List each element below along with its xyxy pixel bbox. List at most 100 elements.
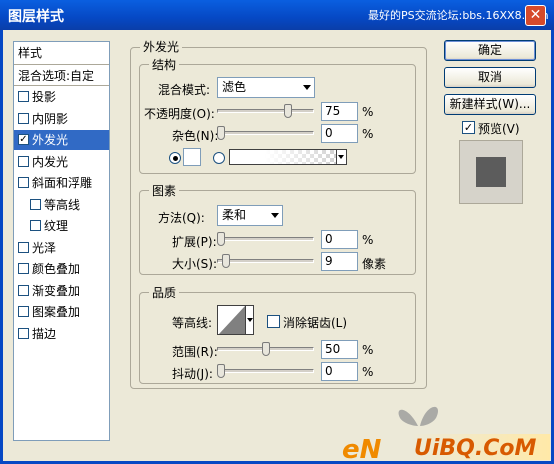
opacity-slider-track[interactable] xyxy=(217,109,314,113)
gradient-dropdown[interactable] xyxy=(336,150,346,164)
preview-label: 预览(V) xyxy=(478,122,520,136)
range-input[interactable]: 50 xyxy=(321,340,358,359)
contour-dropdown[interactable] xyxy=(245,306,253,334)
title-bar: 图层样式 最好的PS交流论坛:bbs.16XX8.com ✕ xyxy=(0,0,554,30)
structure-title: 结构 xyxy=(149,56,180,73)
effect-checkbox[interactable] xyxy=(18,155,29,167)
gradient-picker[interactable] xyxy=(229,149,347,165)
effect-label: 光泽 xyxy=(32,240,57,255)
opacity-input[interactable]: 75 xyxy=(321,102,358,121)
blend-mode-select[interactable]: 滤色 xyxy=(217,77,315,98)
chevron-down-icon xyxy=(338,155,344,159)
effect-checkbox[interactable] xyxy=(18,241,29,253)
chevron-down-icon xyxy=(247,318,253,322)
svg-text:eN: eN xyxy=(342,435,382,462)
effect-label: 描边 xyxy=(32,326,57,341)
butterfly-logo xyxy=(390,396,450,430)
range-unit: % xyxy=(362,343,374,357)
style-list-item[interactable]: 斜面和浮雕 xyxy=(14,173,109,193)
contour-label: 等高线: xyxy=(172,316,213,330)
effect-label: 等高线 xyxy=(44,197,81,212)
noise-slider-thumb[interactable] xyxy=(217,126,225,140)
style-list-item[interactable]: 纹理 xyxy=(14,216,109,236)
size-slider-track[interactable] xyxy=(217,259,314,263)
blend-options-item[interactable]: 混合选项:自定 xyxy=(14,66,109,86)
chevron-down-icon xyxy=(271,213,279,218)
technique-select[interactable]: 柔和 xyxy=(217,205,283,226)
effect-label: 颜色叠加 xyxy=(32,262,81,276)
noise-label: 杂色(N): xyxy=(172,129,219,143)
solid-color-radio[interactable] xyxy=(169,152,181,164)
style-list-item[interactable]: 颜色叠加 xyxy=(14,259,109,279)
jitter-label: 抖动(J): xyxy=(172,367,213,381)
effect-checkbox[interactable] xyxy=(18,112,29,124)
preview-checkbox[interactable]: ✓ xyxy=(462,121,475,134)
opacity-unit: % xyxy=(362,105,374,119)
effect-checkbox[interactable] xyxy=(18,306,29,317)
new-style-button[interactable]: 新建样式(W)... xyxy=(444,94,536,115)
glow-color-swatch[interactable] xyxy=(183,148,201,166)
jitter-slider-thumb[interactable] xyxy=(217,364,225,378)
style-list-item[interactable]: 光泽 xyxy=(14,238,109,258)
effect-label: 斜面和浮雕 xyxy=(32,176,93,190)
chevron-down-icon xyxy=(303,85,311,90)
ok-button[interactable]: 确定 xyxy=(444,40,536,61)
window-title: 图层样式 xyxy=(8,9,64,25)
contour-picker[interactable] xyxy=(217,305,254,335)
spread-slider-track[interactable] xyxy=(217,237,314,241)
noise-unit: % xyxy=(362,127,374,141)
effect-label: 内发光 xyxy=(32,154,69,169)
antialias-label: 消除锯齿(L) xyxy=(283,316,348,330)
spread-input[interactable]: 0 xyxy=(321,230,358,249)
range-label: 范围(R): xyxy=(172,345,218,359)
size-slider-thumb[interactable] xyxy=(222,254,231,268)
enet-logo: eN xyxy=(342,435,382,462)
style-list-item[interactable]: ✓ 外发光 xyxy=(14,130,109,150)
style-list-item[interactable]: 投影 xyxy=(14,87,109,107)
close-button[interactable]: ✕ xyxy=(525,5,546,26)
noise-slider-track[interactable] xyxy=(217,131,314,135)
size-label: 大小(S): xyxy=(172,257,218,271)
quality-title: 品质 xyxy=(149,284,180,301)
cancel-button[interactable]: 取消 xyxy=(444,67,536,88)
technique-value: 柔和 xyxy=(222,208,247,222)
preview-swatch xyxy=(476,157,506,187)
jitter-input[interactable]: 0 xyxy=(321,362,358,381)
antialias-checkbox[interactable] xyxy=(267,315,280,328)
technique-label: 方法(Q): xyxy=(158,211,205,225)
jitter-slider-track[interactable] xyxy=(217,369,314,373)
range-slider-thumb[interactable] xyxy=(261,342,270,356)
effect-checkbox[interactable]: ✓ xyxy=(18,134,29,145)
effect-checkbox[interactable] xyxy=(18,91,29,102)
effect-label: 投影 xyxy=(32,90,57,104)
logo-banner: UiBQ.CoM xyxy=(410,434,550,461)
spread-slider-thumb[interactable] xyxy=(217,232,225,246)
style-list-item[interactable]: 等高线 xyxy=(14,195,109,215)
opacity-label: 不透明度(O): xyxy=(144,107,215,121)
effect-checkbox[interactable] xyxy=(18,327,29,339)
effect-checkbox[interactable] xyxy=(30,198,41,210)
checkmark-icon: ✓ xyxy=(463,121,474,134)
opacity-slider-thumb[interactable] xyxy=(283,104,292,118)
style-list-item[interactable]: 图案叠加 xyxy=(14,302,109,322)
style-list-item[interactable]: 描边 xyxy=(14,324,109,344)
jitter-unit: % xyxy=(362,365,374,379)
spread-unit: % xyxy=(362,233,374,247)
watermark-text: 最好的PS交流论坛:bbs.16XX8.com xyxy=(368,9,549,22)
size-input[interactable]: 9 xyxy=(321,252,358,271)
style-list-item[interactable]: 渐变叠加 xyxy=(14,281,109,301)
effect-label: 外发光 xyxy=(32,133,69,147)
effect-checkbox[interactable] xyxy=(18,177,29,188)
style-list-header[interactable]: 样式 xyxy=(14,42,109,65)
blend-options-label: 混合选项:自定 xyxy=(18,69,95,83)
style-list-item[interactable]: 内发光 xyxy=(14,152,109,172)
blend-mode-label: 混合模式: xyxy=(158,83,211,97)
effect-checkbox[interactable] xyxy=(30,220,41,231)
noise-input[interactable]: 0 xyxy=(321,124,358,143)
size-unit: 像素 xyxy=(362,257,387,271)
effect-checkbox[interactable] xyxy=(18,284,29,296)
gradient-radio[interactable] xyxy=(213,152,225,164)
style-list-item[interactable]: 内阴影 xyxy=(14,109,109,129)
effect-checkbox[interactable] xyxy=(18,263,29,274)
uibq-logo: UiBQ.CoM xyxy=(414,436,536,461)
